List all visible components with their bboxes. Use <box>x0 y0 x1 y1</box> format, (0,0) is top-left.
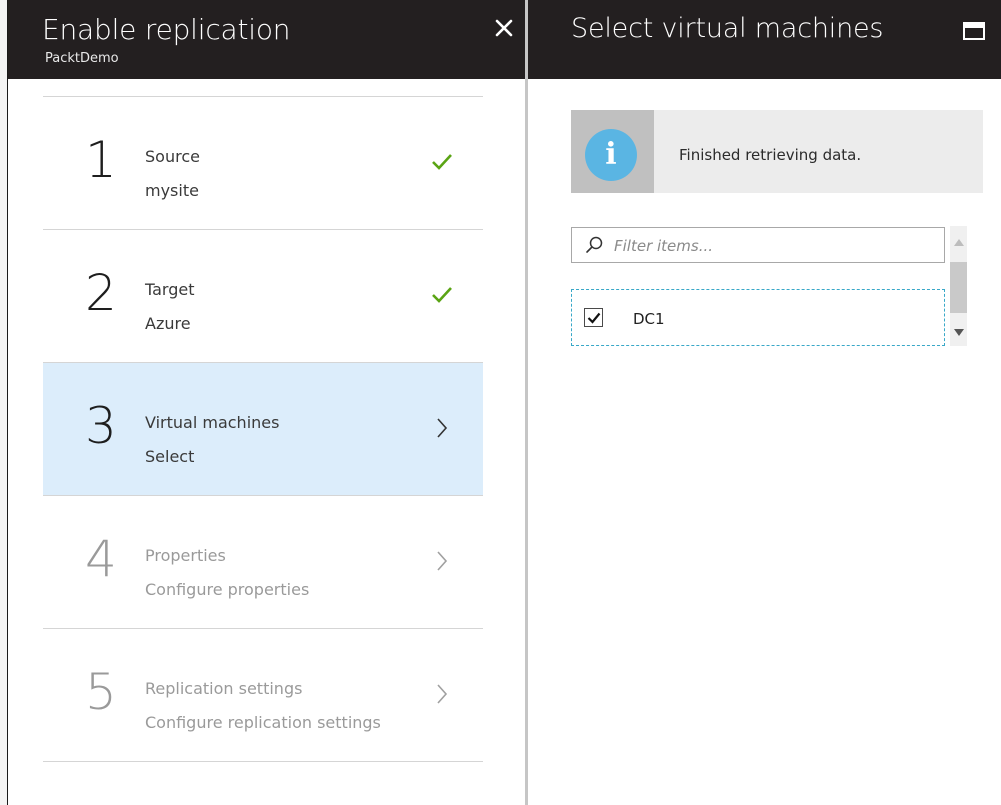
filter-input[interactable] <box>612 233 936 259</box>
search-icon <box>586 236 603 253</box>
step-name: Target <box>145 280 195 299</box>
step-number: 2 <box>85 264 117 322</box>
step-name: Replication settings <box>145 679 303 698</box>
checkmark-icon <box>587 312 601 324</box>
vm-checkbox[interactable] <box>584 308 603 327</box>
chevron-right-icon <box>437 418 448 438</box>
step-value: Select <box>145 447 195 466</box>
filter-box[interactable] <box>571 227 945 263</box>
step-number: 5 <box>85 663 117 721</box>
maximize-icon[interactable] <box>962 21 986 41</box>
step-name: Properties <box>145 546 226 565</box>
info-icon: i <box>585 129 637 181</box>
step-value: mysite <box>145 181 199 200</box>
blade-title: Enable replication <box>42 13 291 46</box>
step-number: 3 <box>85 397 117 455</box>
blade-subtitle: PacktDemo <box>45 51 119 66</box>
info-icon-box: i <box>571 110 654 193</box>
enable-replication-blade: Enable replication PacktDemo 1 Source my… <box>8 0 525 805</box>
step-number: 4 <box>85 530 117 588</box>
checkmark-icon <box>432 154 452 170</box>
step-replication-settings[interactable]: 5 Replication settings Configure replica… <box>43 629 483 762</box>
step-virtual-machines[interactable]: 3 Virtual machines Select <box>43 363 483 496</box>
chevron-right-icon <box>437 551 448 571</box>
window-edge <box>0 0 8 805</box>
info-message: Finished retrieving data. <box>679 146 862 164</box>
step-target[interactable]: 2 Target Azure <box>43 230 483 363</box>
checkmark-icon <box>432 287 452 303</box>
scrollbar-thumb[interactable] <box>950 262 967 313</box>
step-name: Virtual machines <box>145 413 280 432</box>
blade-title: Select virtual machines <box>571 13 884 44</box>
close-icon[interactable] <box>490 14 518 42</box>
step-value: Azure <box>145 314 191 333</box>
step-value: Configure properties <box>145 580 310 599</box>
step-name: Source <box>145 147 200 166</box>
step-source[interactable]: 1 Source mysite <box>43 97 483 230</box>
vm-list-scrollbar[interactable] <box>950 226 967 346</box>
step-value: Configure replication settings <box>145 713 381 732</box>
wizard-steps: 1 Source mysite 2 Target Azure 3 Virtual… <box>43 96 483 762</box>
scroll-down-arrow-icon[interactable] <box>954 329 964 336</box>
chevron-right-icon <box>437 684 448 704</box>
vm-list-item[interactable]: DC1 <box>571 289 945 346</box>
select-virtual-machines-blade: Select virtual machines i Finished retri… <box>528 0 1001 805</box>
scroll-up-arrow-icon[interactable] <box>954 239 964 246</box>
step-number: 1 <box>85 131 117 189</box>
step-properties[interactable]: 4 Properties Configure properties <box>43 496 483 629</box>
blade-header: Enable replication PacktDemo <box>8 0 525 79</box>
info-banner: i Finished retrieving data. <box>571 110 983 193</box>
vm-name: DC1 <box>633 310 665 328</box>
blade-header: Select virtual machines <box>528 0 1001 79</box>
